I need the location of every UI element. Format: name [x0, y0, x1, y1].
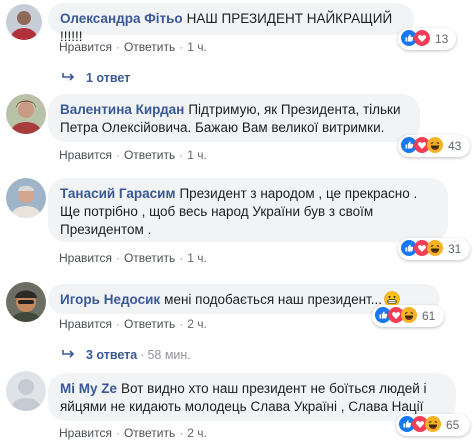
reactions-summary[interactable]: 43 [398, 135, 470, 157]
avatar[interactable] [6, 282, 46, 322]
reactions-summary[interactable]: 31 [398, 238, 470, 260]
comment-author[interactable]: Mi My Ze [60, 381, 117, 396]
comment-actions: Нравится · Ответить · 2 ч. [59, 426, 207, 440]
comment-author[interactable]: Валентина Кирдан [60, 102, 184, 117]
comment-actions: Нравится · Ответить · 1 ч. [59, 148, 207, 162]
comment-bubble: Mi My Ze Вот видно хто наш президент не б… [48, 373, 456, 421]
replies-count[interactable]: 1 ответ [86, 71, 130, 85]
reactions-count: 65 [446, 418, 460, 432]
comment-author[interactable]: Танасий Гарасим [60, 186, 175, 201]
reply-button[interactable]: Ответить [124, 148, 175, 162]
reactions-summary[interactable]: 13 [398, 28, 456, 50]
replies-count[interactable]: 3 ответа [86, 348, 137, 362]
reply-arrow-icon [62, 348, 76, 362]
reply-button[interactable]: Ответить [124, 426, 175, 440]
avatar[interactable] [6, 178, 46, 218]
like-button[interactable]: Нравится [59, 317, 112, 331]
comment-author[interactable]: Олександра Фітьо [60, 11, 183, 26]
haha-icon [427, 239, 443, 259]
like-button[interactable]: Нравится [59, 426, 112, 440]
reply-button[interactable]: Ответить [124, 317, 175, 331]
comment-time[interactable]: 2 ч. [187, 426, 207, 440]
avatar[interactable] [6, 371, 46, 411]
comment-bubble: Олександра Фітьо НАШ ПРЕЗИДЕНТ НАЙКРАЩИЙ … [48, 3, 414, 44]
reactions-count: 61 [422, 309, 436, 323]
like-button[interactable]: Нравится [59, 40, 112, 54]
comment-text: мені подобається наш президент... [164, 292, 382, 307]
avatar[interactable] [6, 94, 46, 134]
comment-bubble: Танасий Гарасим Президент з народом , це … [48, 178, 448, 242]
reactions-summary[interactable]: 61 [372, 305, 444, 327]
reply-button[interactable]: Ответить [124, 40, 175, 54]
comment-time[interactable]: 1 ч. [187, 148, 207, 162]
comment-author[interactable]: Игорь Недосик [60, 292, 160, 307]
like-button[interactable]: Нравится [59, 251, 112, 265]
replies-time[interactable]: 58 мин. [147, 348, 190, 362]
reactions-count: 13 [435, 32, 449, 46]
reactions-summary[interactable]: 65 [396, 414, 470, 436]
avatar[interactable] [6, 4, 42, 40]
comment-time[interactable]: 1 ч. [187, 40, 207, 54]
reactions-count: 31 [448, 242, 462, 256]
like-button[interactable]: Нравится [59, 148, 112, 162]
love-icon [414, 29, 430, 49]
comment-time[interactable]: 2 ч. [187, 317, 207, 331]
haha-icon [401, 306, 417, 326]
haha-icon [425, 415, 441, 435]
reply-arrow-icon [62, 71, 76, 85]
comment-time[interactable]: 1 ч. [187, 251, 207, 265]
view-replies-link[interactable]: 1 ответ [62, 71, 130, 85]
replies-separator: · [140, 348, 145, 362]
reactions-count: 43 [448, 139, 462, 153]
comment-actions: Нравится · Ответить · 1 ч. [59, 251, 207, 265]
comment-actions: Нравится · Ответить · 2 ч. [59, 317, 207, 331]
reply-button[interactable]: Ответить [124, 251, 175, 265]
comment-actions: Нравится · Ответить · 1 ч. [59, 40, 207, 54]
haha-icon [427, 136, 443, 156]
comment-bubble: Валентина Кирдан Підтримую, як Президента… [48, 94, 420, 142]
view-replies-link[interactable]: 3 ответа · 58 мин. [62, 348, 191, 362]
